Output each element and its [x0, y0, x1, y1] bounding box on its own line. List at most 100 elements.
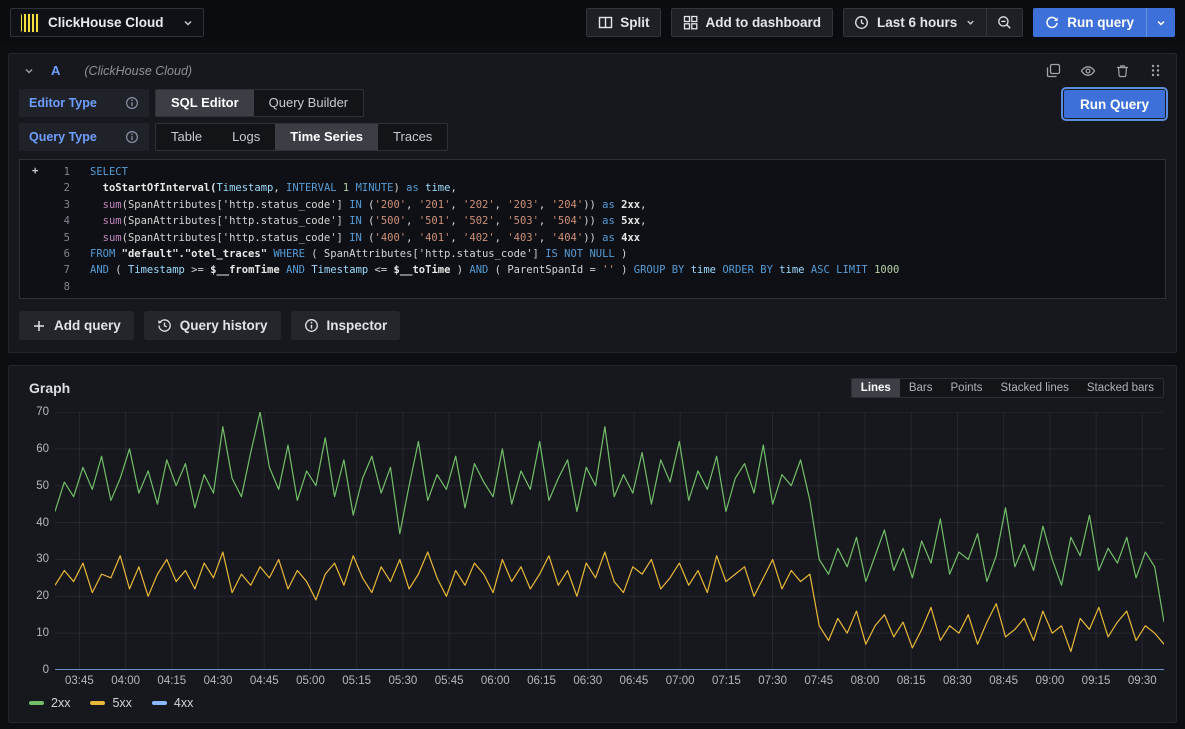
add-query-button[interactable]: Add query — [19, 311, 134, 340]
sql-line[interactable]: 7AND ( Timestamp >= $__fromTime AND Time… — [20, 262, 1165, 278]
query-type-label: Query Type — [19, 123, 149, 151]
legend-label: 4xx — [174, 696, 193, 710]
trash-icon — [1115, 63, 1130, 78]
time-range-label: Last 6 hours — [877, 15, 957, 30]
legend-swatch — [29, 701, 44, 705]
legend-item-4xx[interactable]: 4xx — [152, 696, 193, 710]
datasource-name: ClickHouse Cloud — [48, 15, 164, 30]
y-tick-label: 40 — [36, 517, 49, 529]
split-button[interactable]: Split — [586, 8, 661, 37]
history-icon — [157, 318, 172, 333]
x-tick-label: 06:15 — [527, 675, 556, 687]
legend-label: 5xx — [112, 696, 131, 710]
clock-icon — [854, 15, 869, 30]
x-tick-label: 04:45 — [250, 675, 279, 687]
legend-swatch — [152, 701, 167, 705]
series-line-2xx — [55, 412, 1164, 622]
collapse-caret-icon — [23, 65, 35, 77]
graph-panel: Graph LinesBarsPointsStacked linesStacke… — [8, 365, 1177, 723]
graph-style-switch: LinesBarsPointsStacked linesStacked bars — [851, 378, 1164, 398]
chevron-down-icon — [965, 17, 976, 28]
y-axis: 010203040506070 — [21, 412, 55, 670]
sql-line[interactable]: 6FROM "default"."otel_traces" WHERE ( Sp… — [20, 246, 1165, 262]
run-query-panel-button[interactable]: Run Query — [1063, 89, 1166, 119]
query-type-tab-table[interactable]: Table — [156, 124, 217, 150]
legend-swatch — [90, 701, 105, 705]
run-query-options-button[interactable] — [1146, 8, 1175, 37]
legend-item-5xx[interactable]: 5xx — [90, 696, 131, 710]
y-tick-label: 10 — [36, 627, 49, 639]
info-circle-icon — [304, 318, 319, 333]
add-line-icon: + — [32, 163, 38, 179]
series-line-5xx — [55, 552, 1164, 651]
eye-icon — [1080, 63, 1096, 79]
x-tick-label: 08:15 — [897, 675, 926, 687]
info-icon — [125, 96, 139, 110]
x-tick-label: 08:30 — [943, 675, 972, 687]
graph-mode-stacked-bars[interactable]: Stacked bars — [1078, 379, 1163, 397]
disable-query-button[interactable] — [1080, 63, 1096, 79]
query-row-header[interactable]: A (ClickHouse Cloud) — [9, 54, 1176, 87]
x-tick-label: 04:30 — [204, 675, 233, 687]
plot-area[interactable] — [55, 412, 1164, 670]
sql-line[interactable]: 2 toStartOfInterval(Timestamp, INTERVAL … — [20, 180, 1165, 196]
zoom-out-button[interactable] — [986, 9, 1022, 36]
legend-item-2xx[interactable]: 2xx — [29, 696, 70, 710]
x-tick-label: 09:15 — [1082, 675, 1111, 687]
add-to-dashboard-button[interactable]: Add to dashboard — [671, 8, 833, 37]
x-tick-label: 06:00 — [481, 675, 510, 687]
dashboard-grid-icon — [683, 15, 698, 30]
graph-mode-bars[interactable]: Bars — [900, 379, 942, 397]
query-type-tab-time-series[interactable]: Time Series — [275, 124, 378, 150]
x-tick-label: 09:30 — [1128, 675, 1157, 687]
run-query-label: Run query — [1067, 15, 1134, 30]
query-datasource-hint: (ClickHouse Cloud) — [84, 64, 192, 78]
graph-mode-stacked-lines[interactable]: Stacked lines — [991, 379, 1077, 397]
sql-line[interactable]: 8 — [20, 279, 1165, 295]
info-icon — [125, 130, 139, 144]
x-tick-label: 07:00 — [666, 675, 695, 687]
graph-mode-lines[interactable]: Lines — [852, 379, 900, 397]
time-series-chart: 010203040506070 03:4504:0004:1504:3004:4… — [21, 412, 1164, 716]
grip-dots-icon — [1149, 63, 1162, 78]
y-tick-label: 60 — [36, 443, 49, 455]
query-type-tab-logs[interactable]: Logs — [217, 124, 275, 150]
time-range-picker[interactable]: Last 6 hours — [844, 9, 986, 36]
y-tick-label: 50 — [36, 480, 49, 492]
editor-type-switch: SQL EditorQuery Builder — [155, 89, 364, 117]
copy-icon — [1046, 63, 1061, 78]
x-tick-label: 08:00 — [851, 675, 880, 687]
run-query-button[interactable]: Run query — [1033, 8, 1146, 37]
x-tick-label: 08:45 — [989, 675, 1018, 687]
time-controls: Last 6 hours — [843, 8, 1023, 37]
add-query-label: Add query — [54, 318, 121, 333]
x-tick-label: 07:15 — [712, 675, 741, 687]
add-to-dashboard-label: Add to dashboard — [705, 15, 821, 30]
query-history-button[interactable]: Query history — [144, 311, 281, 340]
delete-query-button[interactable] — [1115, 63, 1130, 78]
drag-query-handle[interactable] — [1149, 63, 1162, 78]
sql-code-editor[interactable]: +1SELECT2 toStartOfInterval(Timestamp, I… — [19, 159, 1166, 299]
x-tick-label: 05:15 — [342, 675, 371, 687]
sql-line[interactable]: 4 sum(SpanAttributes['http.status_code']… — [20, 213, 1165, 229]
sql-line[interactable]: 3 sum(SpanAttributes['http.status_code']… — [20, 197, 1165, 213]
inspector-button[interactable]: Inspector — [291, 311, 401, 340]
plus-icon — [32, 319, 46, 333]
x-tick-label: 03:45 — [65, 675, 94, 687]
graph-panel-title: Graph — [21, 380, 70, 396]
y-tick-label: 30 — [36, 553, 49, 565]
x-tick-label: 04:15 — [157, 675, 186, 687]
sql-line[interactable]: 5 sum(SpanAttributes['http.status_code']… — [20, 230, 1165, 246]
editor-type-sql-editor[interactable]: SQL Editor — [156, 90, 254, 116]
query-type-switch: TableLogsTime SeriesTraces — [155, 123, 448, 151]
sql-line[interactable]: +1SELECT — [20, 164, 1165, 180]
legend-label: 2xx — [51, 696, 70, 710]
chart-legend: 2xx 5xx 4xx — [21, 690, 1164, 716]
editor-type-label: Editor Type — [19, 89, 149, 117]
graph-mode-points[interactable]: Points — [942, 379, 992, 397]
zoom-out-icon — [997, 15, 1012, 30]
datasource-picker[interactable]: ClickHouse Cloud — [10, 8, 204, 37]
duplicate-query-button[interactable] — [1046, 63, 1061, 78]
editor-type-query-builder[interactable]: Query Builder — [254, 90, 363, 116]
query-type-tab-traces[interactable]: Traces — [378, 124, 447, 150]
